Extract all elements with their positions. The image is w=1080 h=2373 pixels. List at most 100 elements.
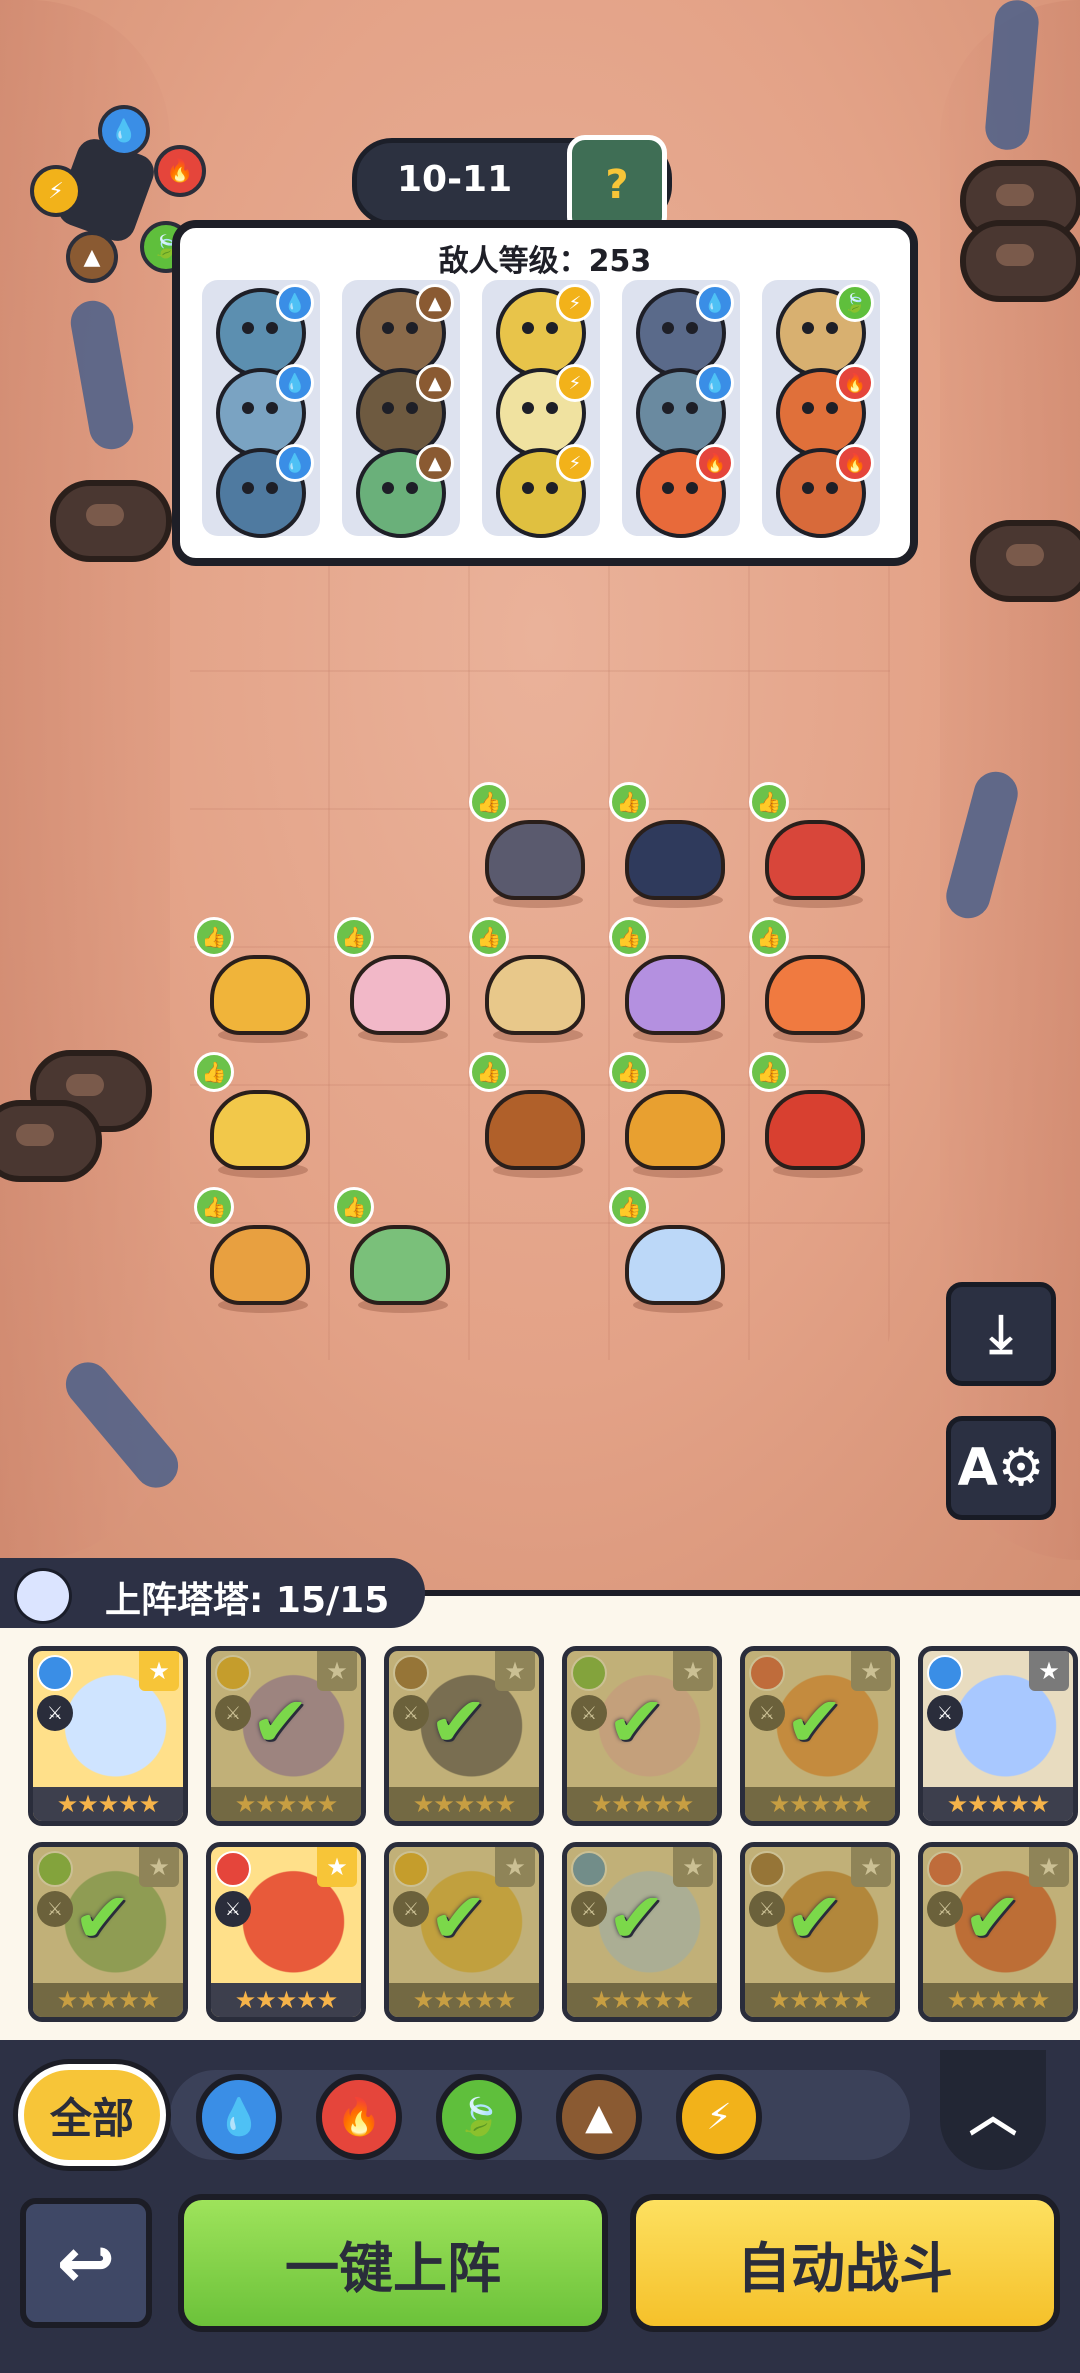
auto-battle-button[interactable]: 自动战斗 <box>630 2194 1060 2332</box>
placed-unit[interactable]: 👍 <box>194 917 320 1045</box>
earth-icon: ▲ <box>66 231 118 283</box>
filter-all-button[interactable]: 全部 <box>18 2064 166 2166</box>
filter-grass-icon[interactable]: 🍃 <box>436 2074 522 2160</box>
filter-earth-icon[interactable]: ▲ <box>556 2074 642 2160</box>
thumbs-up-icon: 👍 <box>334 1187 374 1227</box>
star-rating: ★★★★★ <box>33 1787 183 1821</box>
rank-star-icon: ★ <box>317 1847 357 1887</box>
enemy-eye <box>546 402 558 414</box>
enemy-eye <box>382 402 394 414</box>
water-icon <box>37 1655 73 1691</box>
hero-card[interactable]: ⚔★★★★★★✔ <box>384 1646 544 1826</box>
water-icon: 💧 <box>98 105 150 157</box>
auto-settings-button[interactable]: A⚙ <box>946 1416 1056 1520</box>
placed-unit[interactable]: 👍 <box>749 1052 875 1180</box>
hero-card[interactable]: ⚔★★★★★★✔ <box>740 1646 900 1826</box>
placed-unit[interactable]: 👍 <box>469 917 595 1045</box>
hero-card[interactable]: ⚔★★★★★★✔ <box>28 1842 188 2022</box>
hero-card[interactable]: ⚔★★★★★★✔ <box>918 1842 1078 2022</box>
enemy-level: 敌人等级：253 <box>438 244 652 279</box>
check-icon: ✔ <box>785 1681 844 1763</box>
cat-avatar-icon <box>14 1568 72 1624</box>
enemy-eye <box>382 322 394 334</box>
save-formation-button[interactable]: ⤓ <box>946 1282 1056 1386</box>
check-icon: ✔ <box>429 1877 488 1959</box>
enemy-eye <box>406 402 418 414</box>
enemy-eye <box>242 402 254 414</box>
element-wheel: 💧 🔥 🍃 ▲ ⚡ <box>30 105 206 285</box>
hero-card[interactable]: ⚔ ★ ★★★★★ <box>918 1646 1078 1826</box>
enemy-column: 🍃 🔥 🔥 <box>762 280 880 538</box>
placed-unit[interactable]: 👍 <box>609 917 735 1045</box>
thumbs-up-icon: 👍 <box>334 917 374 957</box>
lightning-icon: ⚡ <box>556 284 594 322</box>
placed-unit[interactable]: 👍 <box>609 782 735 910</box>
enemy-eye <box>686 402 698 414</box>
placed-unit[interactable]: 👍 <box>194 1052 320 1180</box>
check-icon: ✔ <box>785 1877 844 1959</box>
unit-sprite <box>485 1090 585 1170</box>
hero-card[interactable]: ⚔★★★★★★✔ <box>562 1842 722 2022</box>
filter-water-icon[interactable]: 💧 <box>196 2074 282 2160</box>
enemy-eye <box>686 322 698 334</box>
earth-icon: ▲ <box>416 364 454 402</box>
earth-icon: ▲ <box>416 444 454 482</box>
role-icon: ⚔ <box>215 1891 251 1927</box>
enemy-eye <box>266 402 278 414</box>
hero-card[interactable]: ⚔★★★★★★✔ <box>206 1646 366 1826</box>
check-icon: ✔ <box>251 1681 310 1763</box>
fire-icon: 🔥 <box>836 444 874 482</box>
unit-sprite <box>625 820 725 900</box>
fire-icon <box>215 1851 251 1887</box>
placed-unit[interactable]: 👍 <box>469 1052 595 1180</box>
enemy-eye <box>522 322 534 334</box>
tire-decor <box>50 480 172 562</box>
hero-card[interactable]: ⚔ ★ ★★★★★ <box>28 1646 188 1826</box>
placed-unit[interactable]: 👍 <box>334 1187 460 1315</box>
bottom-action-bar: ↩ 一键上阵 自动战斗 <box>0 2190 1080 2373</box>
unit-sprite <box>210 955 310 1035</box>
enemy-eye <box>242 322 254 334</box>
filter-fire-icon[interactable]: 🔥 <box>316 2074 402 2160</box>
placed-unit[interactable]: 👍 <box>334 917 460 1045</box>
unit-sprite <box>765 1090 865 1170</box>
lightning-icon: ⚡ <box>556 444 594 482</box>
placed-unit[interactable]: 👍 <box>469 782 595 910</box>
enemy-eye <box>546 322 558 334</box>
thumbs-up-icon: 👍 <box>609 1052 649 1092</box>
enemy-eye <box>802 482 814 494</box>
auto-deploy-button[interactable]: 一键上阵 <box>178 2194 608 2332</box>
grass-icon: 🍃 <box>836 284 874 322</box>
water-icon: 💧 <box>696 364 734 402</box>
hero-card[interactable]: ⚔★★★★★★✔ <box>562 1646 722 1826</box>
thumbs-up-icon: 👍 <box>609 917 649 957</box>
thumbs-up-icon: 👍 <box>469 782 509 822</box>
enemy-eye <box>522 482 534 494</box>
placed-unit[interactable]: 👍 <box>194 1187 320 1315</box>
hero-card[interactable]: ⚔★★★★★★✔ <box>384 1842 544 2022</box>
unit-sprite <box>350 1225 450 1305</box>
enemy-eye <box>686 482 698 494</box>
thumbs-up-icon: 👍 <box>469 1052 509 1092</box>
placed-unit[interactable]: 👍 <box>749 782 875 910</box>
fire-icon: 🔥 <box>154 145 206 197</box>
hero-card[interactable]: ⚔ ★ ★★★★★ <box>206 1842 366 2022</box>
placed-unit[interactable]: 👍 <box>749 917 875 1045</box>
enemy-column: ⚡ ⚡ ⚡ <box>482 280 600 538</box>
placed-unit[interactable]: 👍 <box>609 1052 735 1180</box>
thumbs-up-icon: 👍 <box>749 917 789 957</box>
water-icon: 💧 <box>276 284 314 322</box>
back-icon[interactable]: ↩ <box>20 2198 152 2328</box>
water-icon: 💧 <box>276 364 314 402</box>
water-icon <box>927 1655 963 1691</box>
placed-unit[interactable]: 👍 <box>609 1187 735 1315</box>
chevron-up-icon[interactable]: ︿ <box>940 2050 1046 2170</box>
lightning-icon: ⚡ <box>556 364 594 402</box>
unit-sprite <box>210 1090 310 1170</box>
thumbs-up-icon: 👍 <box>749 782 789 822</box>
hero-card[interactable]: ⚔★★★★★★✔ <box>740 1842 900 2022</box>
stage-label: 10-11 <box>397 159 513 200</box>
filter-lightning-icon[interactable]: ⚡ <box>676 2074 762 2160</box>
battlefield: 💧 🔥 🍃 ▲ ⚡ 10-11 ? 敌人等级：253 💧 💧 💧 ▲ ▲ ▲ ⚡ ⚡ ⚡ 💧 💧 🔥 🍃… <box>0 0 1080 1590</box>
check-icon: ✔ <box>73 1877 132 1959</box>
